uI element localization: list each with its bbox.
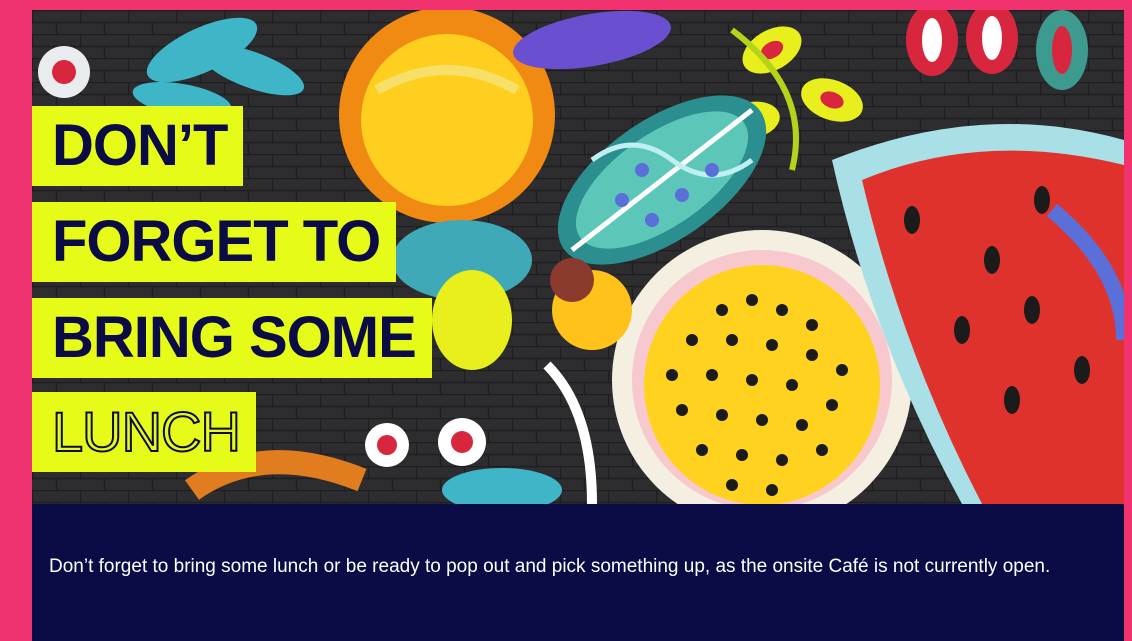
announcement-card: DON’T FORGET TO BRING SOME LUNCH Don’t f… bbox=[32, 10, 1124, 641]
headline-line-3: BRING SOME bbox=[32, 298, 432, 378]
info-text: Don’t forget to bring some lunch or be r… bbox=[49, 556, 1051, 577]
headline-line-4: LUNCH bbox=[32, 392, 256, 472]
info-panel: Don’t forget to bring some lunch or be r… bbox=[32, 504, 1124, 641]
headline-line-1: DON’T bbox=[32, 106, 244, 186]
headline-line-2: FORGET TO bbox=[32, 202, 397, 282]
